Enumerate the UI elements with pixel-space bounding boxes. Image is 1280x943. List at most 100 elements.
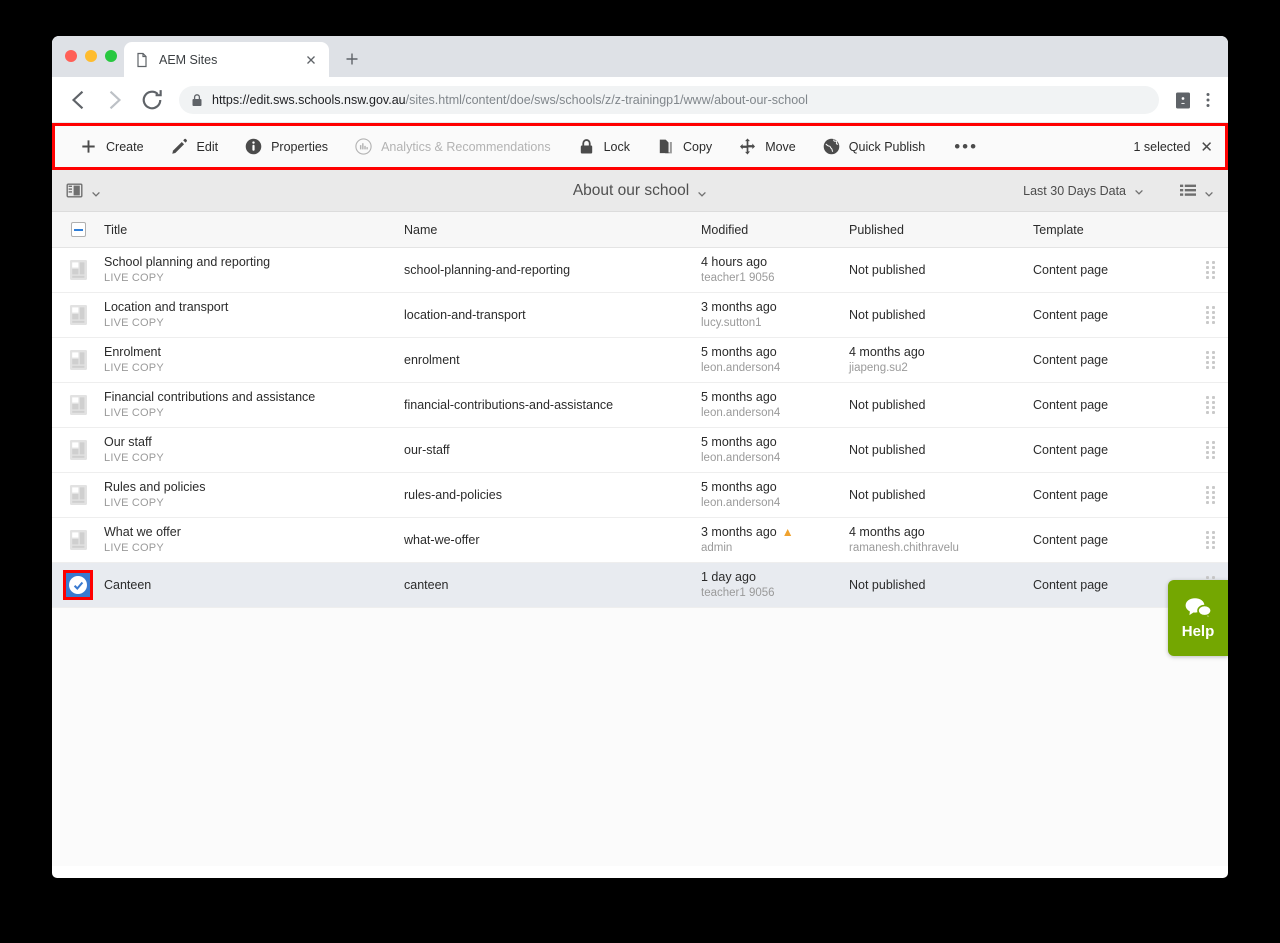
view-selector[interactable] (1180, 184, 1214, 198)
new-tab-button[interactable] (342, 49, 362, 69)
browser-window: AEM Sites https://edit.sws.schools.nsw.g… (52, 36, 1228, 878)
row-title: Financial contributions and assistance (104, 389, 316, 404)
table-row[interactable]: Rules and policies LIVE COPY rules-and-pol… (52, 473, 1228, 518)
table-body: School planning and reporting LIVE COPY sc… (52, 248, 1228, 608)
minimize-window-button[interactable] (85, 50, 97, 62)
warning-triangle-icon: ▲ (781, 524, 794, 539)
address-bar[interactable]: https://edit.sws.schools.nsw.gov.au/site… (179, 85, 1159, 114)
page-thumbnail-icon (69, 349, 88, 371)
kebab-menu-icon[interactable] (1200, 88, 1216, 112)
row-modified: 1 day ago (701, 569, 756, 584)
copy-button[interactable]: Copy (643, 126, 725, 167)
row-published: Not published (849, 397, 926, 412)
row-template: Content page (1033, 308, 1109, 322)
row-checkbox[interactable] (52, 529, 104, 551)
profile-card-icon[interactable] (1172, 88, 1194, 112)
row-name: what-we-offer (404, 533, 480, 547)
row-live-copy-badge: LIVE COPY (104, 361, 164, 374)
lock-button[interactable]: Lock (564, 126, 643, 167)
row-live-copy-badge: LIVE COPY (104, 451, 164, 464)
table-row[interactable]: Financial contributions and assistance LI… (52, 383, 1228, 428)
quick-publish-button[interactable]: Quick Publish (809, 126, 938, 167)
row-title-cell: Enrolment LIVE COPY (104, 345, 404, 376)
column-header-name[interactable]: Name (404, 223, 701, 237)
row-modified-by: lucy.sutton1 (701, 316, 762, 329)
row-published-cell: 4 months ago jiapeng.su2 (849, 345, 1033, 376)
page-thumbnail-icon (69, 529, 88, 551)
row-name-cell: rules-and-policies (404, 488, 701, 502)
forward-arrow-icon[interactable] (101, 86, 129, 114)
table-row[interactable]: Enrolment LIVE COPY enrolment 5 months ago l… (52, 338, 1228, 383)
row-grip-cell (1193, 441, 1228, 459)
edit-button[interactable]: Edit (157, 126, 232, 167)
row-modified-by: teacher1 9056 (701, 586, 775, 599)
row-title: School planning and reporting (104, 254, 271, 269)
row-name: school-planning-and-reporting (404, 263, 571, 277)
rail-toggle-button[interactable] (52, 182, 111, 199)
table-row[interactable]: What we offer LIVE COPY what-we-offer 3 mon… (52, 518, 1228, 563)
clear-selection-icon[interactable]: ✕ (1200, 138, 1213, 156)
selected-count-label: 1 selected (1133, 139, 1191, 154)
chevron-down-icon (91, 186, 101, 197)
chevron-down-icon[interactable] (697, 186, 707, 197)
row-modified-cell: 3 months ago lucy.sutton1 (701, 300, 849, 331)
row-grip-cell (1193, 486, 1228, 504)
row-published-cell: Not published (849, 578, 1033, 593)
row-template-cell: Content page (1033, 398, 1193, 412)
reload-icon[interactable] (138, 86, 166, 114)
copy-label: Copy (683, 139, 713, 154)
create-button[interactable]: Create (66, 126, 157, 167)
move-button[interactable]: Move (725, 126, 809, 167)
selection-status: 1 selected ✕ (1133, 138, 1225, 156)
row-drag-handle[interactable] (1206, 531, 1215, 549)
table-row[interactable]: Our staff LIVE COPY our-staff 5 months ago l… (52, 428, 1228, 473)
row-drag-handle[interactable] (1206, 261, 1215, 279)
row-drag-handle[interactable] (1206, 441, 1215, 459)
table-row[interactable]: School planning and reporting LIVE COPY sc… (52, 248, 1228, 293)
lock-icon (191, 93, 203, 107)
properties-button[interactable]: Properties (231, 126, 341, 167)
row-live-copy-badge: LIVE COPY (104, 541, 164, 554)
row-published-by: ramanesh.chithravelu (849, 541, 959, 554)
help-widget-button[interactable]: Help (1168, 580, 1228, 656)
column-header-modified[interactable]: Modified (701, 223, 849, 237)
table-row[interactable]: Canteen canteen 1 day ago teacher1 9056 Not … (52, 563, 1228, 608)
aem-action-toolbar: Create Edit Properties Analytics & Recom… (52, 123, 1228, 170)
row-checkbox[interactable] (52, 394, 104, 416)
more-actions-button[interactable]: ••• (938, 126, 994, 167)
row-drag-handle[interactable] (1206, 306, 1215, 324)
row-grip-cell (1193, 531, 1228, 549)
browser-tab[interactable]: AEM Sites (124, 42, 329, 77)
row-checkbox[interactable] (52, 259, 104, 281)
row-drag-handle[interactable] (1206, 486, 1215, 504)
back-arrow-icon[interactable] (64, 86, 92, 114)
row-checkbox[interactable] (52, 304, 104, 326)
row-title-cell: Location and transport LIVE COPY (104, 300, 404, 331)
chat-bubbles-icon (1183, 597, 1213, 619)
row-checkbox-selected[interactable] (52, 570, 104, 600)
row-drag-handle[interactable] (1206, 396, 1215, 414)
row-name-cell: location-and-transport (404, 308, 701, 322)
column-header-published[interactable]: Published (849, 223, 1033, 237)
row-checkbox[interactable] (52, 484, 104, 506)
row-published-cell: Not published (849, 443, 1033, 458)
row-checkbox[interactable] (52, 439, 104, 461)
select-all-checkbox[interactable] (52, 222, 104, 237)
table-row[interactable]: Location and transport LIVE COPY location-… (52, 293, 1228, 338)
data-range-selector[interactable]: Last 30 Days Data (1023, 184, 1144, 198)
column-header-title[interactable]: Title (104, 223, 404, 237)
row-checkbox[interactable] (52, 349, 104, 371)
close-window-button[interactable] (65, 50, 77, 62)
tab-close-icon[interactable] (303, 52, 319, 68)
row-template-cell: Content page (1033, 488, 1193, 502)
analytics-recommendations-button[interactable]: Analytics & Recommendations (341, 126, 564, 167)
maximize-window-button[interactable] (105, 50, 117, 62)
row-published-cell: Not published (849, 308, 1033, 323)
move-icon (738, 137, 757, 156)
lock-closed-icon (577, 137, 596, 156)
row-modified-cell: 1 day ago teacher1 9056 (701, 570, 849, 601)
column-header-template[interactable]: Template (1033, 223, 1193, 237)
page-favicon-icon (134, 52, 150, 68)
row-drag-handle[interactable] (1206, 351, 1215, 369)
browser-tab-title: AEM Sites (159, 52, 218, 67)
